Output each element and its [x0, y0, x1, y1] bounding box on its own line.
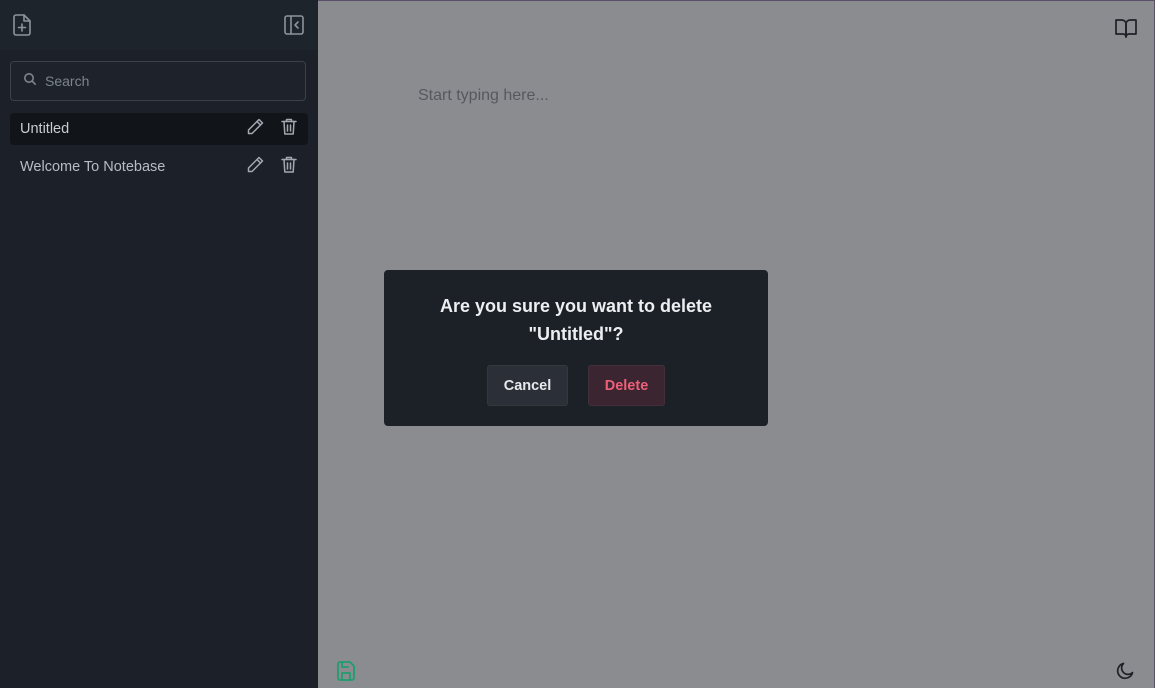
save-icon: [335, 660, 357, 682]
delete-note-button[interactable]: [279, 155, 299, 179]
save-button[interactable]: [335, 660, 357, 682]
search-field[interactable]: [10, 61, 306, 101]
confirm-delete-button[interactable]: Delete: [588, 365, 665, 406]
read-mode-button[interactable]: [1114, 17, 1138, 39]
book-open-icon: [1114, 17, 1138, 39]
dialog-title: Are you sure you want to delete "Untitle…: [384, 292, 768, 348]
trash-icon: [280, 117, 298, 141]
dialog-title-line-1: Are you sure you want to delete: [439, 296, 713, 316]
sidebar-collapse-icon: [283, 14, 305, 36]
delete-note-button[interactable]: [279, 117, 299, 141]
rename-note-button[interactable]: [245, 117, 265, 141]
sidebar-toolbar: [0, 0, 318, 50]
new-note-button[interactable]: [10, 13, 34, 37]
search-input[interactable]: [45, 73, 295, 89]
collapse-sidebar-button[interactable]: [283, 14, 305, 36]
trash-icon: [280, 155, 298, 179]
cancel-button[interactable]: Cancel: [487, 365, 568, 406]
file-plus-icon: [11, 13, 33, 37]
pencil-icon: [246, 117, 265, 141]
note-item-untitled[interactable]: Untitled: [10, 113, 308, 145]
editor-placeholder[interactable]: Start typing here...: [418, 87, 549, 105]
sidebar: Untitled: [0, 0, 318, 688]
note-item-welcome[interactable]: Welcome To Notebase: [10, 151, 308, 183]
app: Untitled: [0, 0, 1155, 688]
theme-toggle-button[interactable]: [1115, 661, 1135, 681]
moon-icon: [1115, 661, 1135, 681]
search-icon: [23, 72, 37, 91]
dialog-title-line-2: "Untitled"?: [528, 324, 624, 344]
pencil-icon: [246, 155, 265, 179]
rename-note-button[interactable]: [245, 155, 265, 179]
delete-confirm-dialog: Are you sure you want to delete "Untitle…: [384, 270, 768, 426]
